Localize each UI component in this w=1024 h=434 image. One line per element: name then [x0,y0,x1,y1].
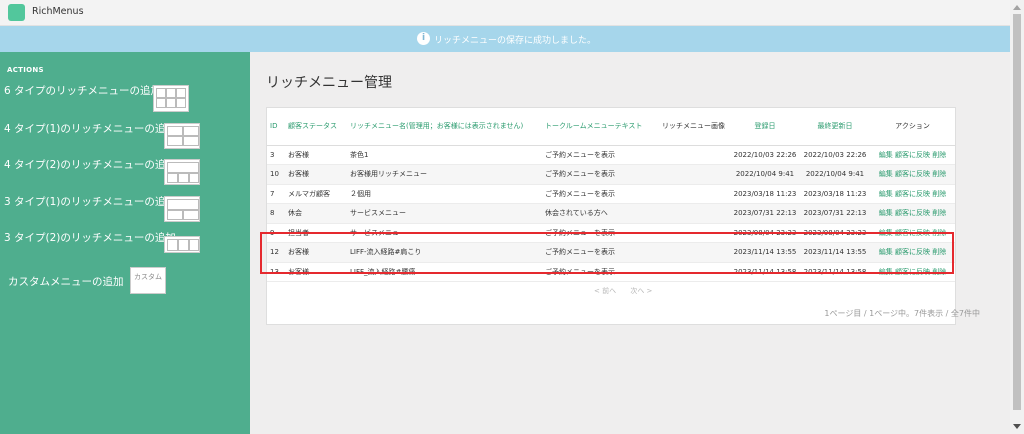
cell-created: 2022/10/03 22:26 [730,145,800,165]
add-custom-menu-link[interactable]: カスタムメニューの追加 [8,274,124,289]
cell-talk-text: ご予約メニューを表示 [542,145,659,165]
cell-status: 休会 [285,203,347,224]
cell-updated: 2022/10/03 22:26 [800,145,870,165]
3-type-1-thumbnail[interactable] [164,196,200,222]
cell-image [659,184,730,204]
cell-status: お客様 [285,145,347,165]
edit-link[interactable]: 編集 [879,170,893,178]
next-page-link[interactable]: 次へ > [630,287,652,295]
cell-talk-text: 休会されている方へ [542,203,659,224]
col-header-name[interactable]: リッチメニュー名(管理用；お客様には表示されません) [347,108,542,146]
col-header-id[interactable]: ID [267,108,285,146]
sidebar: ACTIONS 6 タイプのリッチメニューの追加 4 タイプ(1)のリッチメニュ… [0,52,250,434]
cell-name: 茶色1 [347,145,542,165]
app-logo-icon [8,4,25,21]
cell-actions: 編集 顧客に反映 削除 [870,184,955,204]
pagination: < 前へ 次へ > [594,286,664,296]
custom-thumbnail-label: カスタム [134,273,162,281]
add-4-type-2-menu-link[interactable]: 4 タイプ(2)のリッチメニューの追加 [4,157,176,172]
apply-to-customer-link[interactable]: 顧客に反映 [895,209,930,217]
cell-name: サービスメニュー [347,203,542,224]
cell-image [659,164,730,185]
col-header-updated[interactable]: 最終更新日 [800,108,870,146]
cell-actions: 編集 顧客に反映 削除 [870,145,955,165]
cell-actions: 編集 顧客に反映 削除 [870,203,955,224]
delete-link[interactable]: 削除 [932,151,946,159]
edit-link[interactable]: 編集 [879,151,893,159]
apply-to-customer-link[interactable]: 顧客に反映 [895,170,930,178]
cell-created: 2022/10/04 9:41 [730,164,800,185]
cell-id: 3 [267,145,285,165]
scrollbar-thumb[interactable] [1013,14,1021,410]
page-title: リッチメニュー管理 [266,75,392,91]
add-4-type-1-menu-link[interactable]: 4 タイプ(1)のリッチメニューの追加 [4,121,176,136]
cell-status: メルマガ顧客 [285,184,347,204]
cell-status: お客様 [285,164,347,185]
cell-updated: 2023/07/31 22:13 [800,203,870,224]
cell-id: 7 [267,184,285,204]
cell-updated: 2022/10/04 9:41 [800,164,870,185]
col-header-talk-text[interactable]: トークルームメニューテキスト [542,108,659,146]
cell-talk-text: ご予約メニューを表示 [542,164,659,185]
scroll-down-icon[interactable] [1013,424,1021,429]
info-icon: i [417,32,430,45]
edit-link[interactable]: 編集 [879,190,893,198]
app-title: RichMenus [32,6,84,17]
cell-created: 2023/07/31 22:13 [730,203,800,224]
cell-image [659,203,730,224]
col-header-image: リッチメニュー画像 [659,108,730,146]
cell-image [659,145,730,165]
add-3-type-1-menu-link[interactable]: 3 タイプ(1)のリッチメニューの追加 [4,194,176,209]
col-header-created[interactable]: 登録日 [730,108,800,146]
table-row: 7 メルマガ顧客 ２個用 ご予約メニューを表示 2023/03/18 11:23 2023… [267,184,955,204]
highlight-box [260,232,954,274]
table-row: 10 お客様 お客様用リッチメニュー ご予約メニューを表示 2022/10/04 9:4… [267,164,955,185]
cell-id: 8 [267,203,285,224]
page-scrollbar[interactable] [1010,0,1024,434]
notice-text: リッチメニューの保存に成功しました。 [434,36,597,46]
prev-page-link[interactable]: < 前へ [594,287,616,295]
result-summary: 1ページ目 / 1ページ中。7件表示 / 全7件中 [824,309,980,318]
4-type-1-thumbnail[interactable] [164,123,200,149]
table-row: 3 お客様 茶色1 ご予約メニューを表示 2022/10/03 22:26 2022/10… [267,145,955,165]
cell-name: お客様用リッチメニュー [347,164,542,185]
sidebar-heading: ACTIONS [7,66,44,74]
custom-thumbnail[interactable]: カスタム [130,267,166,294]
delete-link[interactable]: 削除 [932,170,946,178]
delete-link[interactable]: 削除 [932,209,946,217]
add-3-type-2-menu-link[interactable]: 3 タイプ(2)のリッチメニューの追加 [4,230,176,245]
6-type-thumbnail[interactable] [153,85,189,112]
apply-to-customer-link[interactable]: 顧客に反映 [895,151,930,159]
cell-name: ２個用 [347,184,542,204]
scroll-up-icon[interactable] [1013,5,1021,10]
cell-actions: 編集 顧客に反映 削除 [870,164,955,185]
add-6-type-menu-link[interactable]: 6 タイプのリッチメニューの追加 [4,83,161,98]
edit-link[interactable]: 編集 [879,209,893,217]
app-header: RichMenus [0,0,1010,26]
3-type-2-thumbnail[interactable] [164,236,200,253]
cell-updated: 2023/03/18 11:23 [800,184,870,204]
delete-link[interactable]: 削除 [932,190,946,198]
col-header-actions: アクション [870,108,955,146]
table-row: 8 休会 サービスメニュー 休会されている方へ 2023/07/31 22:13 2023… [267,203,955,224]
main-content: リッチメニュー管理 ID 顧客ステータス リッチメニュー名(管理用；お客様には表… [250,52,1010,434]
4-type-2-thumbnail[interactable] [164,159,200,185]
cell-talk-text: ご予約メニューを表示 [542,184,659,204]
col-header-status[interactable]: 顧客ステータス [285,108,347,146]
cell-id: 10 [267,164,285,185]
cell-created: 2023/03/18 11:23 [730,184,800,204]
table-header-row: ID 顧客ステータス リッチメニュー名(管理用；お客様には表示されません) トー… [267,108,955,146]
success-notice: i リッチメニューの保存に成功しました。 [0,26,1010,52]
apply-to-customer-link[interactable]: 顧客に反映 [895,190,930,198]
